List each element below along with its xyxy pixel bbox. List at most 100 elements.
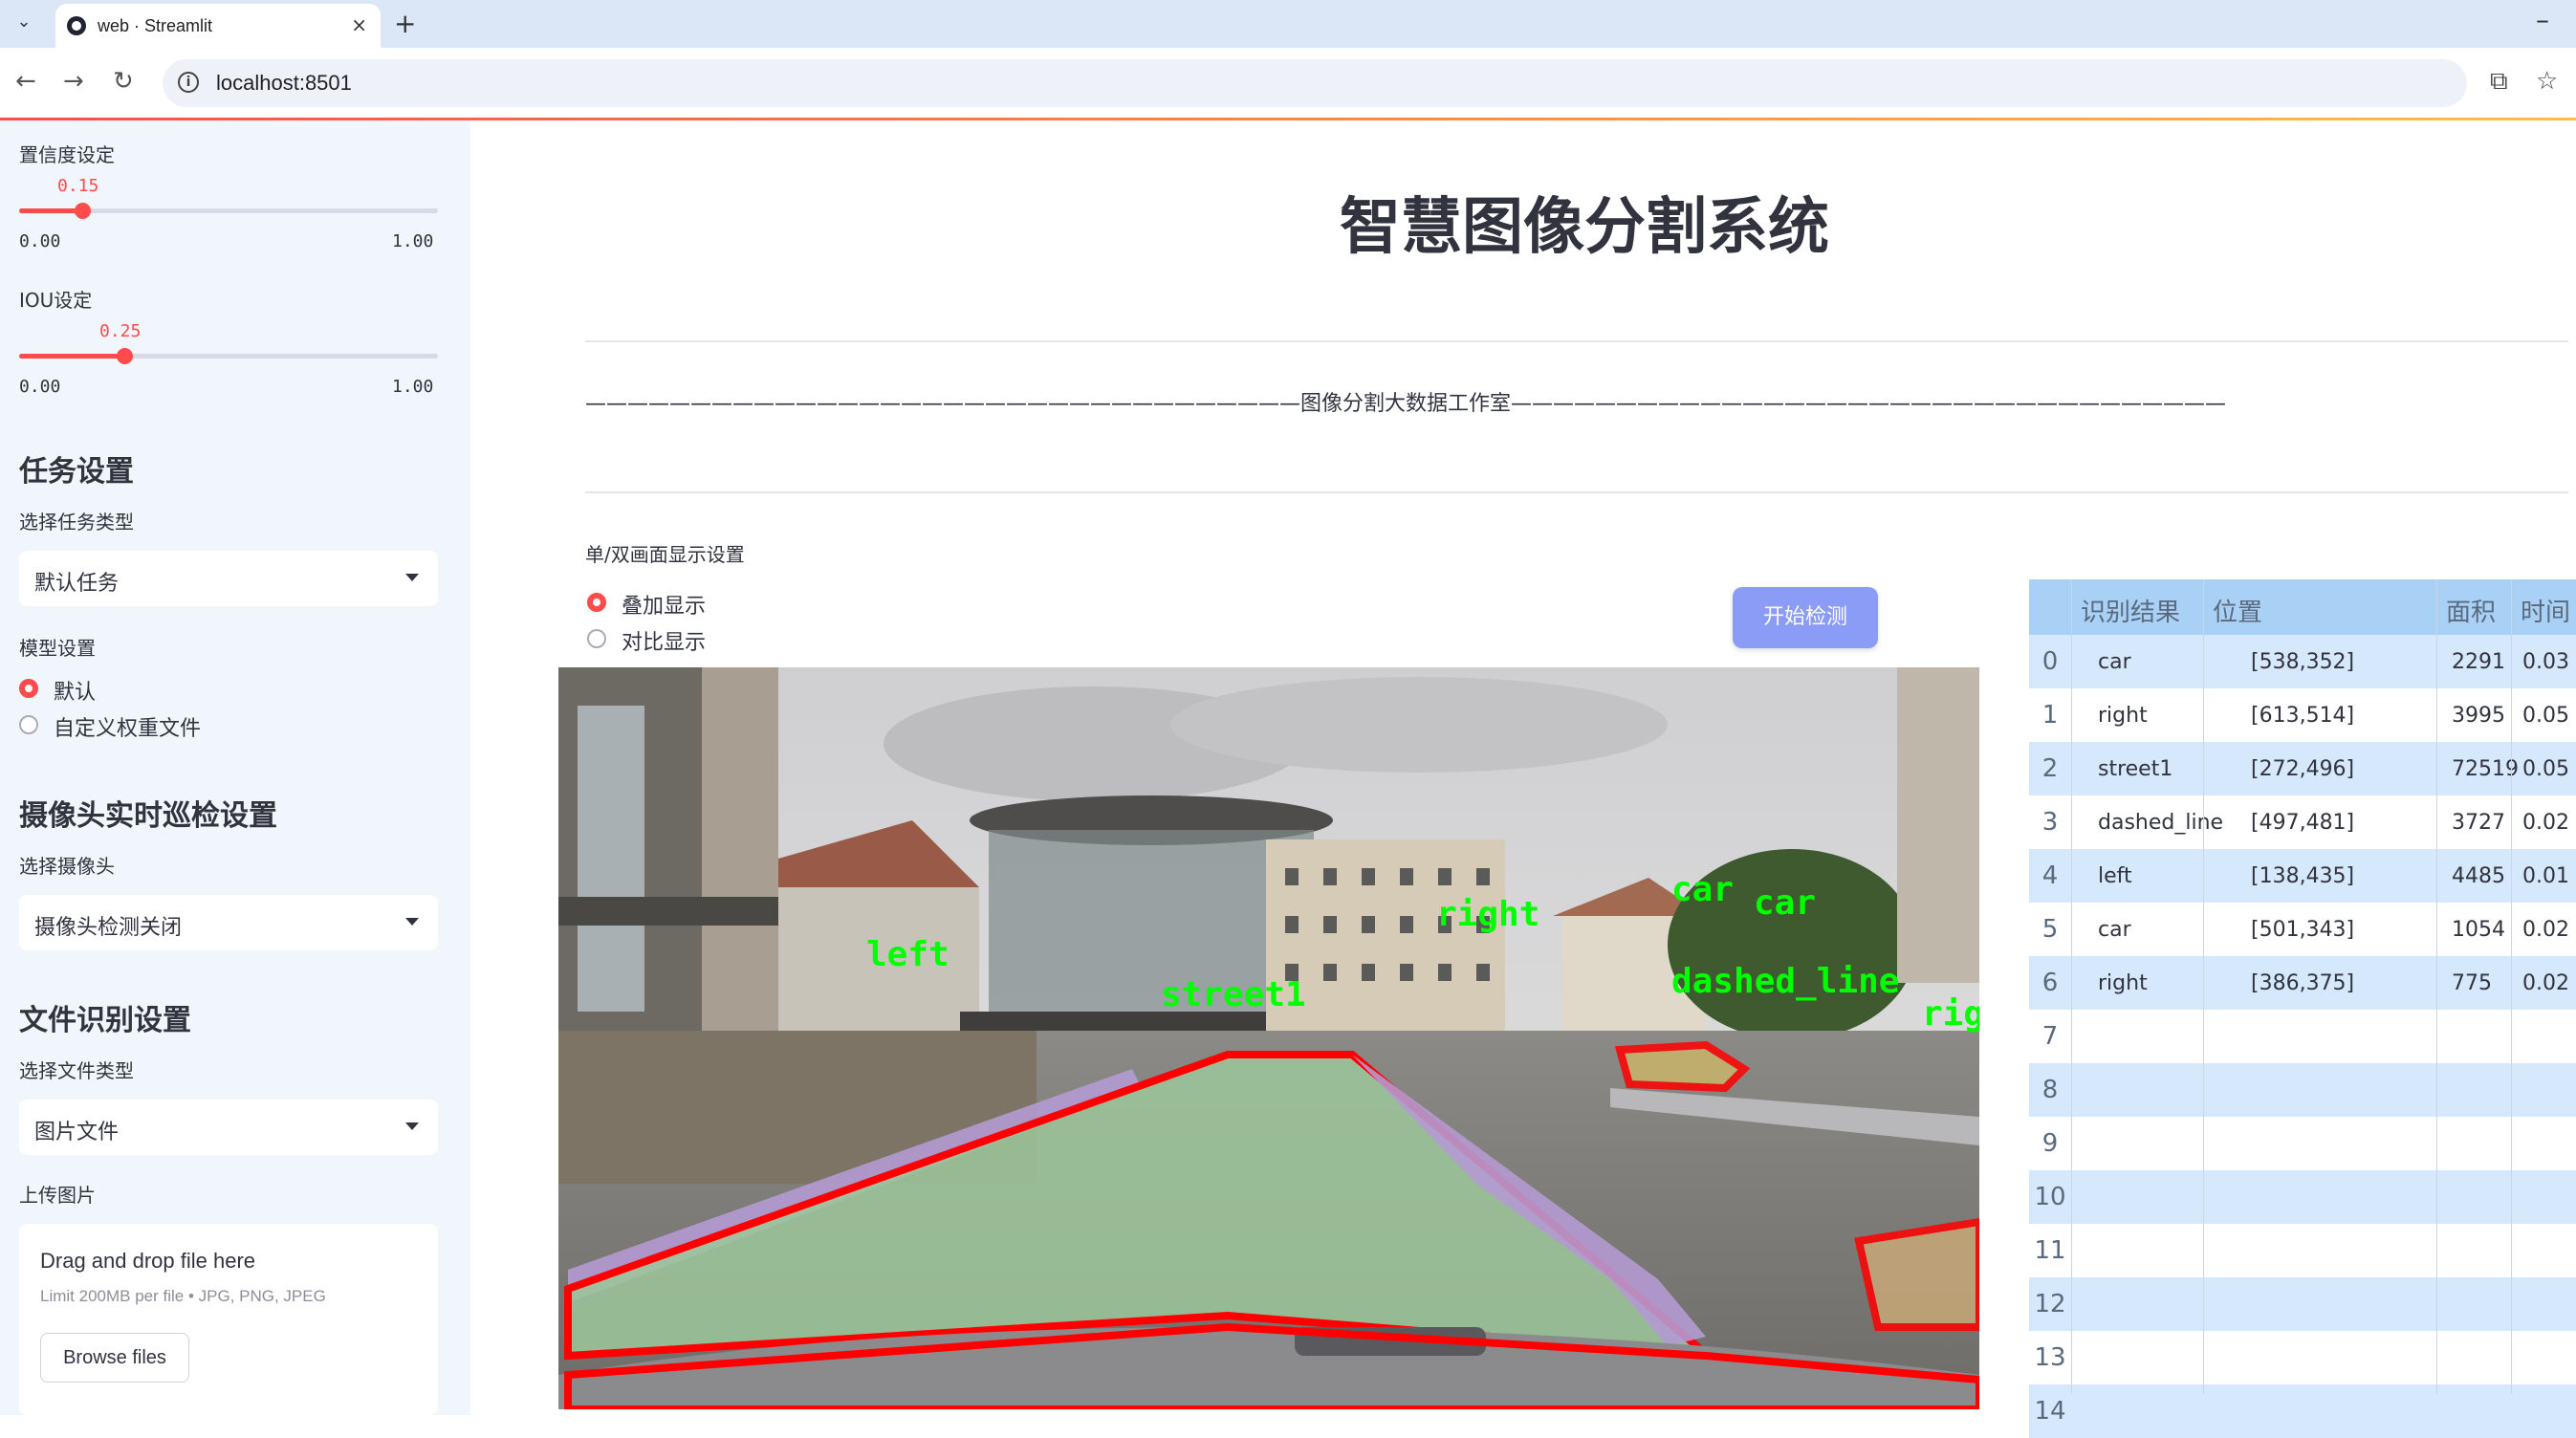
iou-min: 0.00	[19, 377, 61, 397]
site-info-icon[interactable]: i	[178, 72, 199, 93]
cell-area: 2291	[2452, 650, 2505, 674]
cell-time: 0.02	[2522, 811, 2569, 835]
iou-slider[interactable]	[19, 348, 438, 364]
browser-tab[interactable]: web · Streamlit ×	[55, 4, 381, 48]
chevron-down-icon	[405, 574, 419, 581]
browse-files-button[interactable]: Browse files	[40, 1333, 189, 1383]
camera-select[interactable]: 摄像头检测关闭	[19, 895, 438, 950]
url-text: localhost:8501	[216, 71, 352, 95]
table-row[interactable]: 5 car [501,343] 1054 0.02	[2029, 903, 2576, 956]
forward-icon[interactable]: →	[63, 67, 84, 96]
confidence-slider-thumb[interactable]	[74, 203, 91, 219]
confidence-slider-fill	[19, 208, 82, 213]
header-position[interactable]: 位置	[2213, 593, 2262, 628]
row-index: 5	[2041, 915, 2059, 944]
task-type-label: 选择任务类型	[19, 511, 134, 534]
iou-slider-thumb[interactable]	[116, 348, 133, 364]
radio-unselected-icon	[19, 715, 38, 734]
url-input[interactable]: i localhost:8501	[163, 59, 2467, 107]
task-type-value: 默认任务	[34, 572, 120, 596]
table-row[interactable]: 11	[2029, 1224, 2576, 1277]
table-row[interactable]: 13	[2029, 1331, 2576, 1384]
row-index: 4	[2041, 861, 2059, 890]
column-divider	[2203, 579, 2204, 1394]
table-row[interactable]: 4 left [138,435] 4485 0.01	[2029, 849, 2576, 903]
file-type-select[interactable]: 图片文件	[19, 1100, 438, 1155]
header-area[interactable]: 面积	[2446, 593, 2496, 628]
table-row[interactable]: 6 right [386,375] 775 0.02	[2029, 956, 2576, 1010]
cell-label: street1	[2098, 757, 2173, 781]
header-label[interactable]: 识别结果	[2081, 593, 2180, 628]
camera-label: 选择摄像头	[19, 855, 115, 878]
cell-label: car	[2098, 650, 2131, 674]
display-mode-label: 单/双画面显示设置	[585, 543, 745, 566]
upload-label: 上传图片	[19, 1184, 96, 1207]
column-divider	[2511, 579, 2512, 1394]
window-minimize-icon[interactable]: –	[2536, 4, 2549, 35]
row-index: 10	[2034, 1183, 2066, 1211]
file-dropzone[interactable]: Drag and drop file here Limit 200MB per …	[19, 1224, 438, 1415]
column-divider	[2071, 579, 2072, 1394]
table-row[interactable]: 9	[2029, 1117, 2576, 1170]
column-divider	[2436, 579, 2437, 1394]
reload-icon[interactable]: ↻	[113, 67, 134, 96]
start-detection-button[interactable]: 开始检测	[1733, 587, 1878, 648]
overlay-label-dashed-line: dashed_line	[1671, 962, 1900, 1001]
main-content: 智慧图像分割系统 ———————————————————————————————…	[470, 120, 2576, 1438]
table-row[interactable]: 10	[2029, 1170, 2576, 1224]
cell-area: 3995	[2452, 704, 2505, 728]
cell-area: 4485	[2452, 864, 2505, 888]
file-type-value: 图片文件	[34, 1121, 120, 1144]
new-tab-icon[interactable]: +	[394, 8, 416, 39]
row-index: 3	[2041, 808, 2059, 837]
cell-label: dashed_line	[2098, 811, 2224, 835]
back-icon[interactable]: ←	[15, 67, 36, 96]
table-row[interactable]: 1 right [613,514] 3995 0.05	[2029, 688, 2576, 742]
tab-search-chevron-icon[interactable]: ⌄	[11, 10, 36, 34]
address-bar: ← → ↻ i localhost:8501 ⧉ ☆	[0, 48, 2576, 119]
confidence-value: 0.15	[57, 176, 99, 196]
dropzone-subtitle: Limit 200MB per file • JPG, PNG, JPEG	[40, 1287, 326, 1305]
chevron-down-icon	[405, 918, 419, 926]
table-row[interactable]: 14	[2029, 1384, 2576, 1438]
translate-icon[interactable]: ⧉	[2490, 67, 2508, 97]
table-row[interactable]: 8	[2029, 1063, 2576, 1117]
cell-time: 0.03	[2522, 650, 2569, 674]
model-option-label: 自定义权重文件	[54, 717, 202, 741]
table-header: 识别结果 位置 面积 时间	[2029, 579, 2576, 635]
overlay-label-left: left	[866, 935, 950, 974]
iou-slider-fill	[19, 354, 124, 359]
row-index: 13	[2034, 1343, 2066, 1372]
table-row[interactable]: 0 car [538,352] 2291 0.03	[2029, 635, 2576, 688]
segmentation-result-image: left street1 right car car dashed_line r…	[558, 667, 1979, 1409]
overlay-label-car: car	[1754, 883, 1817, 923]
row-index: 7	[2041, 1022, 2059, 1051]
cell-position: [138,435]	[2251, 864, 2355, 888]
sidebar: 置信度设定 0.15 0.00 1.00 IOU设定 0.25 0.00 1.0…	[0, 120, 470, 1415]
row-index: 9	[2041, 1129, 2059, 1158]
overlay-label-car: car	[1671, 870, 1735, 909]
confidence-slider[interactable]	[19, 203, 438, 219]
table-row[interactable]: 7	[2029, 1010, 2576, 1063]
cell-time: 0.02	[2522, 971, 2569, 995]
file-type-label: 选择文件类型	[19, 1059, 134, 1082]
row-index: 8	[2041, 1076, 2059, 1104]
dropzone-title: Drag and drop file here	[40, 1249, 256, 1273]
row-index: 11	[2034, 1236, 2066, 1265]
bookmark-star-icon[interactable]: ☆	[2536, 67, 2558, 96]
model-label: 模型设置	[19, 637, 96, 660]
tab-close-icon[interactable]: ×	[351, 13, 367, 36]
table-row[interactable]: 2 street1 [272,496] 72519 0.05	[2029, 742, 2576, 795]
row-index: 6	[2041, 969, 2059, 997]
table-row[interactable]: 3 dashed_line [497,481] 3727 0.02	[2029, 795, 2576, 849]
task-type-select[interactable]: 默认任务	[19, 551, 438, 606]
studio-banner: ——————————————————————————————————图像分割大数…	[585, 392, 2227, 416]
confidence-max: 1.00	[392, 231, 434, 251]
divider	[585, 340, 2568, 342]
file-section-heading: 文件识别设置	[19, 1004, 191, 1037]
header-time[interactable]: 时间	[2521, 593, 2570, 628]
row-index: 0	[2041, 647, 2059, 676]
chevron-down-icon	[405, 1122, 419, 1130]
table-row[interactable]: 12	[2029, 1277, 2576, 1331]
cell-time: 0.02	[2522, 918, 2569, 942]
